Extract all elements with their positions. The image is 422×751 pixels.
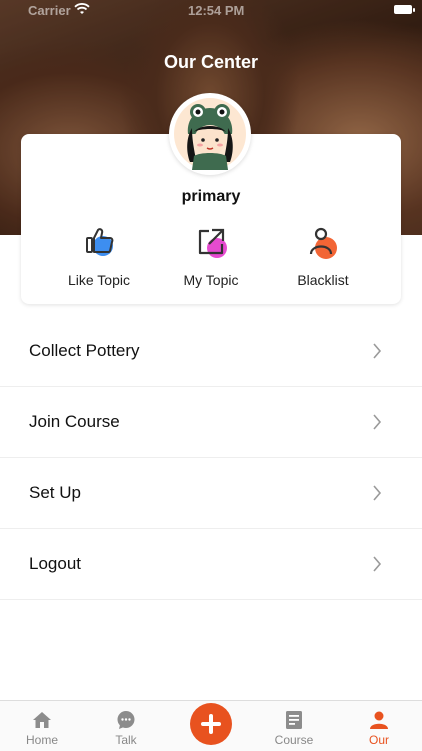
add-button[interactable] <box>190 703 232 745</box>
home-icon <box>33 712 51 728</box>
chevron-right-icon <box>373 556 382 572</box>
status-bar: Carrier 12:54 PM <box>0 0 422 22</box>
page-title: Our Center <box>163 52 259 72</box>
tab-label: Home <box>25 733 58 747</box>
profile-username: primary <box>181 188 241 205</box>
chat-icon <box>117 711 135 729</box>
profile-actions: Like Topic My Topic Blacklist <box>21 222 401 292</box>
blacklist-label: Blacklist <box>297 272 349 288</box>
my-topic-button[interactable]: My Topic <box>151 222 271 292</box>
my-topic-label: My Topic <box>183 272 239 288</box>
clock-label: 12:54 PM <box>188 3 245 18</box>
menu-item-collect-pottery[interactable]: Collect Pottery <box>0 316 422 387</box>
blacklist-button[interactable]: Blacklist <box>263 222 383 292</box>
frog-hat-girl-avatar-icon <box>174 98 246 170</box>
tab-our[interactable]: Our <box>337 701 421 751</box>
like-topic-button[interactable]: Like Topic <box>39 222 159 292</box>
avatar[interactable] <box>169 93 251 175</box>
share-external-icon <box>198 228 227 258</box>
menu-item-logout[interactable]: Logout <box>0 529 422 600</box>
document-icon <box>286 711 302 729</box>
menu-item-label: Collect Pottery <box>29 341 140 360</box>
chevron-right-icon <box>373 343 382 359</box>
tab-label: Course <box>274 733 314 747</box>
tab-talk[interactable]: Talk <box>84 701 168 751</box>
tab-course[interactable]: Course <box>252 701 336 751</box>
menu-item-label: Logout <box>29 554 81 573</box>
wifi-icon <box>74 3 90 14</box>
menu-item-label: Set Up <box>29 483 81 502</box>
chevron-right-icon <box>373 485 382 501</box>
tab-label: Talk <box>115 733 137 747</box>
menu-item-join-course[interactable]: Join Course <box>0 387 422 458</box>
user-block-icon <box>309 227 337 259</box>
menu-item-set-up[interactable]: Set Up <box>0 458 422 529</box>
settings-menu: Collect Pottery Join Course Set Up Logou… <box>0 316 422 600</box>
chevron-right-icon <box>373 414 382 430</box>
person-icon <box>370 711 388 729</box>
tab-label: Our <box>368 733 389 747</box>
thumbs-up-icon <box>86 228 114 256</box>
battery-icon <box>394 5 415 14</box>
tab-home[interactable]: Home <box>0 701 84 751</box>
menu-item-label: Join Course <box>29 412 120 431</box>
carrier-label: Carrier <box>28 3 71 18</box>
like-topic-label: Like Topic <box>67 272 130 288</box>
